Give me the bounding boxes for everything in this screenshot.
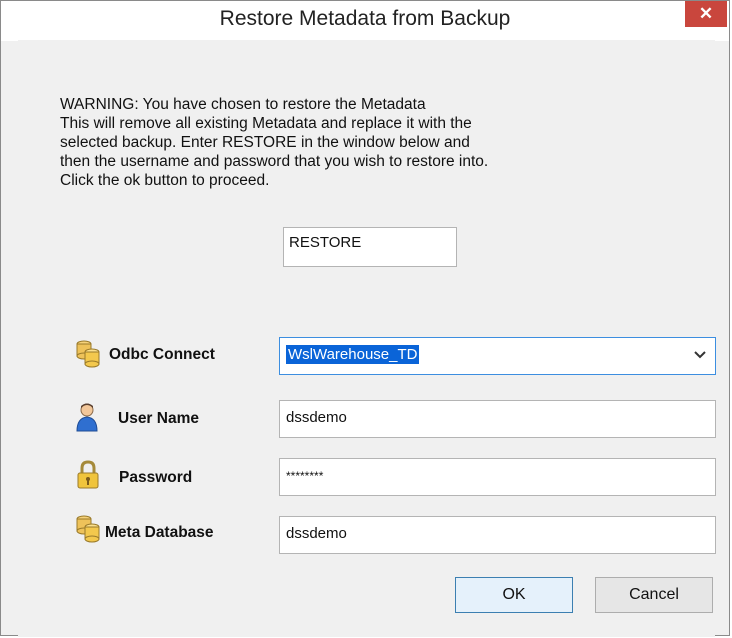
password-label: Password xyxy=(119,469,193,486)
ok-button[interactable]: OK xyxy=(455,577,573,613)
warning-line: selected backup. Enter RESTORE in the wi… xyxy=(60,134,470,151)
meta-database-input[interactable]: dssdemo xyxy=(279,516,716,554)
database-icon xyxy=(76,515,100,543)
odbc-connect-select[interactable]: WslWarehouse_TD xyxy=(279,337,716,375)
cancel-button[interactable]: Cancel xyxy=(595,577,713,613)
close-icon: ✕ xyxy=(698,4,714,23)
lock-icon xyxy=(77,460,99,489)
warning-message: WARNING: You have chosen to restore the … xyxy=(60,95,580,190)
user-icon xyxy=(76,403,98,432)
user-name-input[interactable]: dssdemo xyxy=(279,400,716,438)
meta-database-label: Meta Database xyxy=(105,524,214,541)
password-input[interactable]: ******** xyxy=(279,458,716,496)
title-bar[interactable]: Restore Metadata from Backup ✕ xyxy=(1,1,729,41)
warning-line: Click the ok button to proceed. xyxy=(60,172,270,189)
dialog-title: Restore Metadata from Backup xyxy=(219,7,511,30)
user-name-label: User Name xyxy=(118,410,199,427)
odbc-connect-value: WslWarehouse_TD xyxy=(286,345,420,364)
warning-line: then the username and password that you … xyxy=(60,153,489,170)
chevron-down-icon[interactable] xyxy=(693,350,707,360)
close-button[interactable]: ✕ xyxy=(685,1,727,27)
restore-confirm-input[interactable]: RESTORE xyxy=(283,227,457,267)
warning-line: This will remove all existing Metadata a… xyxy=(60,115,472,132)
database-icon xyxy=(76,340,100,368)
odbc-connect-label: Odbc Connect xyxy=(109,346,215,363)
warning-line: WARNING: You have chosen to restore the … xyxy=(60,96,426,113)
